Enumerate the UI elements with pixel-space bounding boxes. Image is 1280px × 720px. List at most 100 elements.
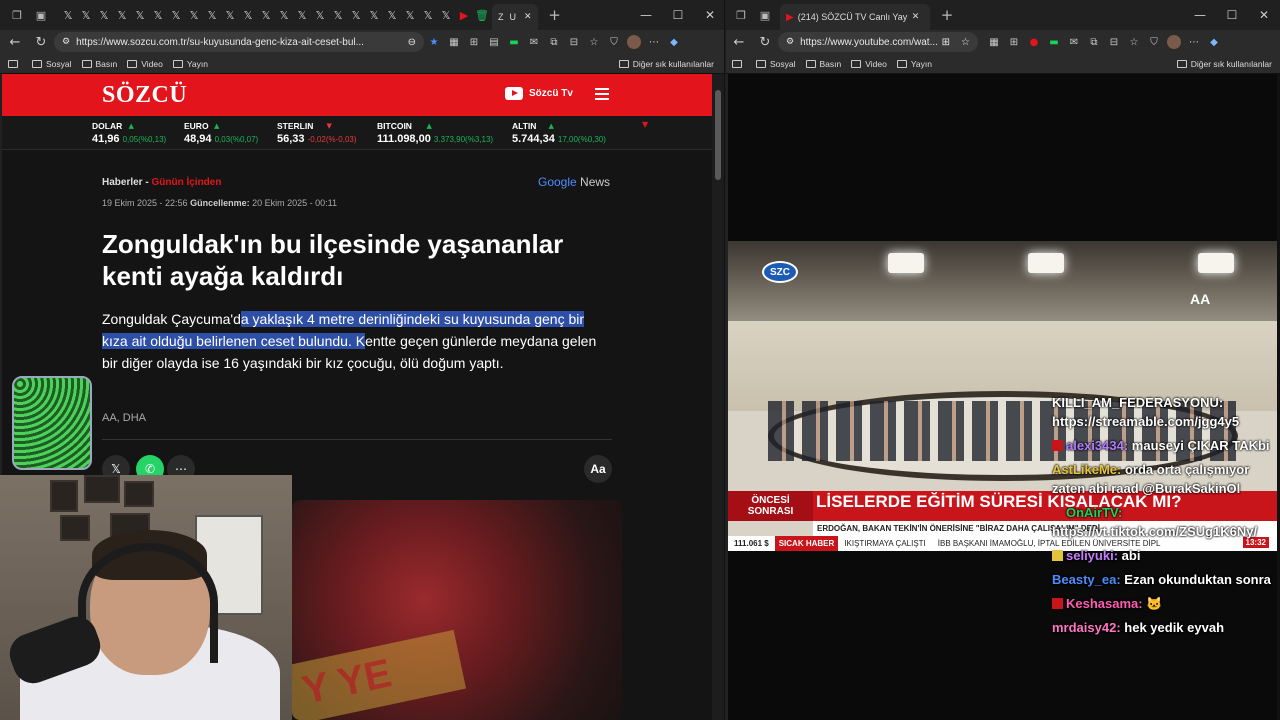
ticker-item[interactable]: STERLIN 56,33 -0,02(%-0,03) bbox=[277, 121, 357, 145]
tab-x[interactable]: 𝕏 bbox=[60, 6, 76, 24]
extension-icon[interactable]: ✉ bbox=[524, 32, 544, 52]
page-scrollbar[interactable] bbox=[712, 74, 724, 720]
new-tab-icon[interactable]: + bbox=[546, 6, 564, 24]
bookmark-folder[interactable]: Yayın bbox=[172, 59, 208, 69]
site-info-icon[interactable]: ⚙ bbox=[62, 37, 70, 47]
site-info-icon[interactable]: ⚙ bbox=[786, 37, 794, 47]
tab-youtube-icon[interactable]: ▶ bbox=[456, 6, 472, 24]
hamburger-menu-icon[interactable] bbox=[595, 88, 609, 103]
ticker-item[interactable]: EURO 48,94 0,03(%0,07) bbox=[184, 121, 258, 145]
tab-actions-icon[interactable]: ▣ bbox=[756, 6, 774, 24]
scrollbar-thumb[interactable] bbox=[715, 90, 721, 180]
close-tab-icon[interactable]: ✕ bbox=[912, 12, 920, 22]
extensions-puzzle-icon[interactable]: ⧉ bbox=[544, 32, 564, 52]
address-bar[interactable]: ⚙ https://www.youtube.com/wat... ⊞ ☆ bbox=[778, 32, 978, 52]
tab-active[interactable]: Z U ✕ bbox=[492, 4, 538, 30]
extension-icon[interactable]: ▬ bbox=[1044, 32, 1064, 52]
bookmark-folder[interactable]: Basın bbox=[81, 59, 117, 69]
minimize-icon[interactable]: — bbox=[1184, 8, 1216, 22]
avatar[interactable] bbox=[624, 32, 644, 52]
avatar[interactable] bbox=[1164, 32, 1184, 52]
breadcrumb-category[interactable]: Günün İçinden bbox=[151, 177, 221, 188]
extension-icon[interactable]: ▦ bbox=[984, 32, 1004, 52]
address-bar[interactable]: ⚙ https://www.sozcu.com.tr/su-kuyusunda-… bbox=[54, 32, 424, 52]
chat-username[interactable]: seliyuki: bbox=[1066, 548, 1118, 563]
minimize-icon[interactable]: — bbox=[630, 8, 662, 22]
favorite-star-icon[interactable]: ★ bbox=[424, 32, 444, 52]
tab-trash-icon[interactable]: 🗑 bbox=[474, 6, 490, 24]
new-tab-icon[interactable]: + bbox=[938, 6, 956, 24]
site-logo[interactable]: SÖZCÜ bbox=[102, 82, 187, 109]
app-available-icon[interactable]: ⊞ bbox=[942, 37, 950, 48]
copilot-icon[interactable]: ◆ bbox=[664, 32, 684, 52]
bookmark-folder[interactable]: Sosyal bbox=[756, 59, 796, 69]
other-bookmarks[interactable]: Diğer sık kullanılanlar bbox=[618, 59, 714, 69]
tab-x[interactable]: 𝕏 bbox=[348, 6, 364, 24]
chat-username[interactable]: AstLikeMe: bbox=[1052, 462, 1121, 477]
chat-username[interactable]: Keshasama: bbox=[1066, 596, 1143, 611]
tab-x[interactable]: 𝕏 bbox=[276, 6, 292, 24]
tab-x[interactable]: 𝕏 bbox=[240, 6, 256, 24]
collections-icon[interactable] bbox=[8, 59, 22, 68]
bookmark-folder[interactable]: Yayın bbox=[896, 59, 932, 69]
extensions-puzzle-icon[interactable]: ⧉ bbox=[1084, 32, 1104, 52]
tab-x[interactable]: 𝕏 bbox=[114, 6, 130, 24]
breadcrumb-news[interactable]: Haberler - bbox=[102, 177, 149, 188]
favorites-icon[interactable]: ☆ bbox=[584, 32, 604, 52]
extension-icon[interactable]: ▬ bbox=[504, 32, 524, 52]
extension-icon[interactable]: ▤ bbox=[484, 32, 504, 52]
google-news-link[interactable]: Google News bbox=[538, 175, 610, 189]
bookmark-folder[interactable]: Video bbox=[851, 59, 887, 69]
back-icon[interactable]: ← bbox=[726, 35, 752, 50]
ticker-expand-icon[interactable]: ▼ bbox=[642, 120, 648, 129]
tab-x[interactable]: 𝕏 bbox=[420, 6, 436, 24]
split-screen-icon[interactable]: ⊟ bbox=[1104, 32, 1124, 52]
refresh-icon[interactable]: ↻ bbox=[28, 35, 54, 50]
extension-icon[interactable]: ● bbox=[1024, 32, 1044, 52]
workspaces-icon[interactable]: ❐ bbox=[8, 6, 26, 24]
more-menu-icon[interactable]: ⋯ bbox=[644, 32, 664, 52]
workspaces-icon[interactable]: ❐ bbox=[732, 6, 750, 24]
ticker-item[interactable]: BITCOIN 111.098,00 3.373,90(%3,13) bbox=[377, 121, 493, 145]
tab-x[interactable]: 𝕏 bbox=[168, 6, 184, 24]
chat-username[interactable]: Beasty_ea: bbox=[1052, 572, 1121, 587]
tab-x[interactable]: 𝕏 bbox=[294, 6, 310, 24]
tab-x[interactable]: 𝕏 bbox=[78, 6, 94, 24]
tab-x[interactable]: 𝕏 bbox=[258, 6, 274, 24]
shield-icon[interactable]: ⛉ bbox=[604, 32, 624, 52]
chat-username[interactable]: OnAirTV: bbox=[1066, 505, 1122, 520]
ticker-item[interactable]: ALTIN 5.744,34 17,00(%0,30) bbox=[512, 121, 606, 145]
more-menu-icon[interactable]: ⋯ bbox=[1184, 32, 1204, 52]
extension-icon[interactable]: ▦ bbox=[444, 32, 464, 52]
tab-actions-icon[interactable]: ▣ bbox=[32, 6, 50, 24]
reader-icon[interactable]: ⊖ bbox=[408, 37, 416, 48]
bookmark-folder[interactable]: Video bbox=[127, 59, 163, 69]
close-window-icon[interactable]: ✕ bbox=[694, 8, 724, 22]
copilot-icon[interactable]: ◆ bbox=[1204, 32, 1224, 52]
bookmark-folder[interactable]: Sosyal bbox=[32, 59, 72, 69]
extension-icon[interactable]: ✉ bbox=[1064, 32, 1084, 52]
bookmark-folder[interactable]: Basın bbox=[805, 59, 841, 69]
maximize-icon[interactable]: ☐ bbox=[1216, 8, 1248, 22]
font-size-icon[interactable]: Aa bbox=[584, 455, 612, 483]
tab-x[interactable]: 𝕏 bbox=[330, 6, 346, 24]
close-window-icon[interactable]: ✕ bbox=[1248, 8, 1280, 22]
tab-x[interactable]: 𝕏 bbox=[96, 6, 112, 24]
tab-x[interactable]: 𝕏 bbox=[132, 6, 148, 24]
maximize-icon[interactable]: ☐ bbox=[662, 8, 694, 22]
favorite-star-icon[interactable]: ☆ bbox=[961, 37, 970, 48]
close-tab-icon[interactable]: ✕ bbox=[524, 12, 532, 22]
tab-x[interactable]: 𝕏 bbox=[186, 6, 202, 24]
tab-x[interactable]: 𝕏 bbox=[366, 6, 382, 24]
tab-x[interactable]: 𝕏 bbox=[402, 6, 418, 24]
tab-active[interactable]: ▶ (214) SÖZCÜ TV Canlı Yayını ᴴᴰ - Y ✕ bbox=[780, 4, 930, 30]
tab-x[interactable]: 𝕏 bbox=[222, 6, 238, 24]
collections-icon[interactable] bbox=[732, 59, 746, 68]
favorites-icon[interactable]: ☆ bbox=[1124, 32, 1144, 52]
shield-icon[interactable]: ⛉ bbox=[1144, 32, 1164, 52]
back-icon[interactable]: ← bbox=[2, 35, 28, 50]
refresh-icon[interactable]: ↻ bbox=[752, 35, 778, 50]
sozcu-tv-button[interactable]: Sözcü Tv bbox=[505, 87, 573, 100]
tab-x[interactable]: 𝕏 bbox=[384, 6, 400, 24]
chat-username[interactable]: mrdaisy42: bbox=[1052, 620, 1121, 635]
